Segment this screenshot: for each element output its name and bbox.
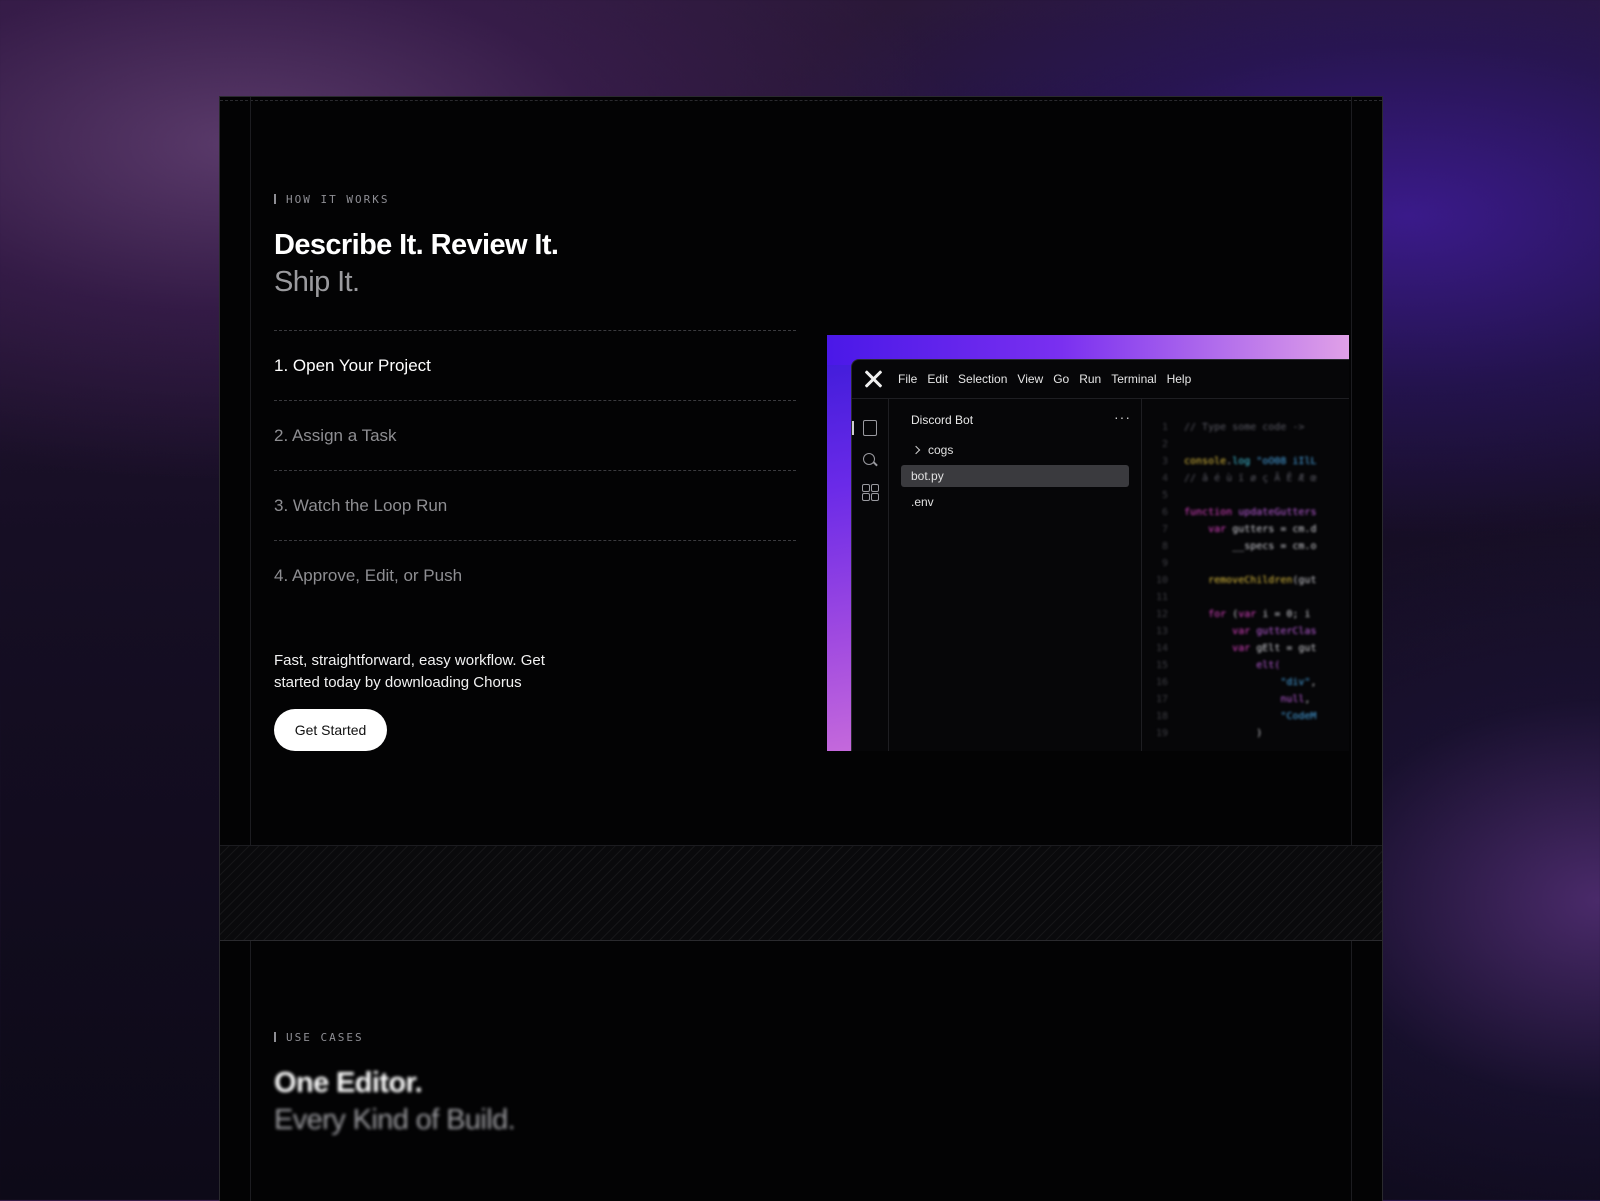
menu-go[interactable]: Go [1053,372,1069,386]
steps-list: 1. Open Your Project 2. Assign a Task 3.… [274,330,796,610]
step-watch-loop[interactable]: 3. Watch the Loop Run [274,470,796,540]
menu-run[interactable]: Run [1079,372,1101,386]
code-line: 3 console.log "oO08 iIlL [1161,456,1317,467]
step-open-project[interactable]: 1. Open Your Project [274,330,796,400]
active-indicator [852,421,854,435]
code-line: 8 __specs = cm.o [1161,541,1317,552]
code-line: 10 removeChildren(gut [1155,575,1317,586]
workflow-description: Fast, straightforward, easy workflow. Ge… [274,652,545,691]
section-label-how-it-works: HOW IT WORKS [274,193,389,206]
menu-terminal[interactable]: Terminal [1111,372,1156,386]
code-line: 2 [1161,439,1168,450]
file-explorer: Discord Bot ··· cogs bot.py .env [889,399,1142,751]
right-guide-line [1351,97,1352,1201]
code-line: 17 null, [1155,694,1311,705]
headline-line-2: Ship It. [274,266,360,298]
section-label-use-cases: USE CASES [274,1031,364,1044]
code-line: 11 [1155,592,1168,603]
menu-file[interactable]: File [898,372,917,386]
code-line: 15 elt( [1155,660,1281,671]
tree-file-bot-py[interactable]: bot.py [901,465,1129,487]
app-logo-icon [864,370,882,388]
headline-line-1: Describe It. Review It. [274,229,559,261]
menu-selection[interactable]: Selection [958,372,1007,386]
top-dashed-divider [220,100,1382,101]
project-name: Discord Bot [911,413,974,427]
code-line: 4// â é ù ï ø ç Ã Ē Æ œ [1161,473,1317,484]
code-line: 7 var gutters = cm.d [1161,524,1317,535]
menu-view[interactable]: View [1017,372,1043,386]
code-line: 16 "div", [1155,677,1317,688]
step-assign-task[interactable]: 2. Assign a Task [274,400,796,470]
tree-folder-cogs[interactable]: cogs [901,439,1129,461]
menu-help[interactable]: Help [1167,372,1192,386]
code-line: 14 var gElt = gut [1155,643,1317,654]
use-cases-headline: One Editor. Every Kind of Build. [274,1065,516,1139]
chevron-right-icon [911,445,921,455]
code-line: 5 [1161,490,1168,501]
headline-line-2: Every Kind of Build. [274,1104,516,1136]
activity-bar [852,399,889,751]
files-icon[interactable] [861,419,879,437]
editor-window: File Edit Selection View Go Run Terminal… [851,359,1349,751]
editor-menubar: File Edit Selection View Go Run Terminal… [852,360,1349,399]
get-started-button[interactable]: Get Started [274,709,387,751]
code-line: 19 ) [1155,728,1263,739]
headline-line-1: One Editor. [274,1067,423,1099]
code-line: 18 "CodeM [1155,711,1317,722]
how-it-works-headline: Describe It. Review It. Ship It. [274,227,559,301]
more-options-icon[interactable]: ··· [1114,409,1131,425]
label-bar [274,1032,276,1042]
label-bar [274,194,276,204]
tree-file-env[interactable]: .env [901,491,1129,513]
code-editor[interactable]: 1// Type some code -> 2 3 console.log "oO… [1142,399,1349,751]
striped-separator [220,845,1382,941]
code-line: 9 [1161,558,1168,569]
code-line: 12 for (var i = 0; i [1155,609,1311,620]
code-line: 13 var gutterClas [1155,626,1317,637]
menu-edit[interactable]: Edit [927,372,948,386]
editor-preview: File Edit Selection View Go Run Terminal… [827,335,1349,751]
extensions-icon[interactable] [861,483,879,501]
content-frame: HOW IT WORKS Describe It. Review It. Shi… [219,96,1383,1201]
step-approve-edit-push[interactable]: 4. Approve, Edit, or Push [274,540,796,610]
left-guide-line [250,97,251,1201]
code-line: 6 function updateGutters [1161,507,1317,518]
code-line: 1// Type some code -> [1161,422,1305,433]
search-icon[interactable] [861,451,879,469]
